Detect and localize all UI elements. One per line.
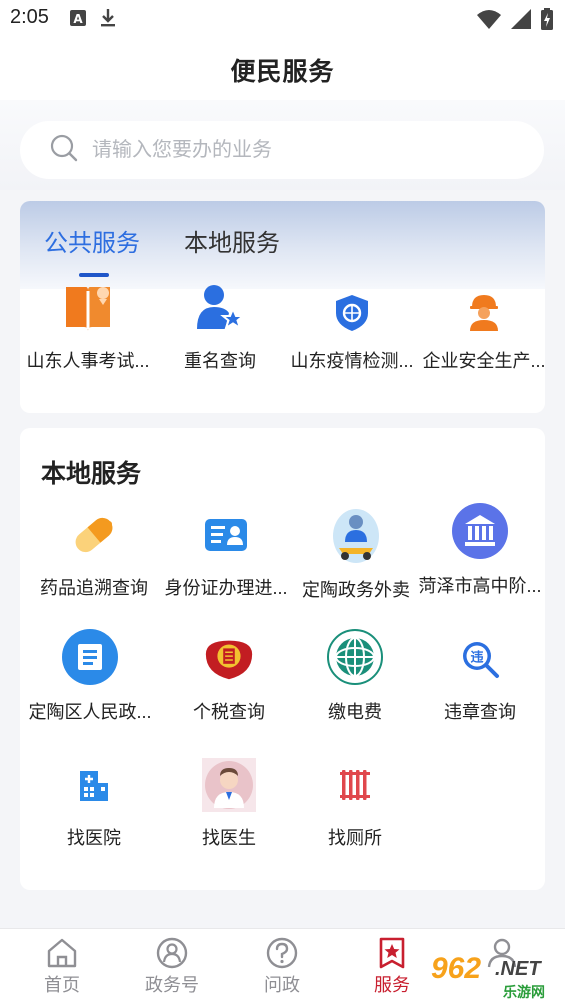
- local-item-heze-high-school[interactable]: 菏泽市高中阶...: [414, 502, 546, 598]
- local-item-id-card[interactable]: 身份证办理进...: [160, 508, 292, 600]
- watermark-suffix: .NET: [495, 958, 541, 980]
- service-label: 山东人事考试...: [26, 351, 150, 371]
- account-circle-icon: [122, 937, 222, 969]
- signal-icon: [511, 9, 531, 34]
- nav-inquiry[interactable]: 问政: [232, 937, 332, 997]
- local-item-tax-query[interactable]: 个税查询: [163, 632, 295, 724]
- service-label: 找医院: [67, 828, 121, 848]
- local-item-find-hospital[interactable]: 找医院: [28, 758, 160, 850]
- service-item-shandong-exam[interactable]: 山东人事考试...: [22, 283, 154, 373]
- service-item-enterprise-safety[interactable]: 企业安全生产...: [418, 283, 545, 373]
- nav-label: 问政: [264, 975, 300, 995]
- nav-gov-accounts[interactable]: 政务号: [122, 937, 222, 997]
- local-item-electricity-bill[interactable]: 缴电费: [289, 628, 421, 724]
- home-icon: [12, 937, 112, 969]
- watermark-brand: 962: [431, 952, 482, 985]
- wifi-icon: [477, 9, 501, 34]
- services-card: 公共服务 本地服务 山东人事考试... 重名查询 山东疫情检测... 企业安全生…: [20, 201, 545, 413]
- service-label: 重名查询: [184, 351, 256, 371]
- search-input[interactable]: [92, 138, 492, 162]
- status-bar: 2:05 A: [0, 0, 565, 40]
- service-label: 药品追溯查询: [40, 578, 148, 598]
- status-time: 2:05: [10, 6, 49, 28]
- local-item-violation-query[interactable]: 违 违章查询: [414, 632, 546, 724]
- app-header: 便民服务: [0, 40, 565, 100]
- service-label: 违章查询: [444, 702, 516, 722]
- tax-emblem-icon: [202, 632, 256, 686]
- service-item-epidemic-test[interactable]: 山东疫情检测...: [286, 283, 418, 373]
- local-item-find-doctor[interactable]: 找医生: [163, 758, 295, 850]
- state-grid-logo-icon: [326, 628, 384, 686]
- tab-active-indicator: [79, 273, 109, 277]
- tab-local-services[interactable]: 本地服务: [184, 223, 280, 258]
- page-title: 便民服务: [230, 58, 335, 86]
- nav-home[interactable]: 首页: [12, 937, 112, 997]
- toilet-icon: [328, 758, 382, 812]
- section-title: 本地服务: [41, 460, 142, 488]
- service-label: 找医生: [202, 828, 256, 848]
- service-label: 企业安全生产...: [422, 351, 545, 371]
- tab-public-services[interactable]: 公共服务: [44, 223, 140, 258]
- question-icon: [232, 937, 332, 969]
- local-item-drug-trace[interactable]: 药品追溯查询: [28, 508, 160, 600]
- delivery-scooter-icon: [331, 508, 381, 564]
- document-circle-icon: [61, 628, 119, 686]
- watermark-cn: 乐游网: [503, 984, 545, 1000]
- worker-helmet-icon: [457, 283, 511, 333]
- search-box[interactable]: [20, 121, 544, 179]
- tabs-bar: 公共服务 本地服务: [20, 201, 545, 289]
- watermark-logo: 962 .NET 乐游网: [425, 952, 565, 1004]
- doctor-avatar-icon: [202, 758, 256, 812]
- local-item-dingtao-gov[interactable]: 定陶区人民政...: [24, 628, 156, 724]
- service-item-name-query[interactable]: 重名查询: [154, 283, 286, 373]
- pill-icon: [67, 508, 121, 562]
- violation-search-icon: 违: [453, 632, 507, 686]
- nav-label: 首页: [44, 975, 80, 995]
- id-card-icon: [199, 508, 253, 562]
- service-label: 菏泽市高中阶...: [418, 576, 542, 596]
- service-label: 身份证办理进...: [164, 578, 288, 598]
- service-label: 缴电费: [328, 702, 382, 722]
- local-item-gov-delivery[interactable]: 定陶政务外卖: [290, 508, 422, 602]
- hospital-icon: [67, 758, 121, 812]
- search-area: [0, 100, 565, 190]
- local-services-card: 本地服务 药品追溯查询 身份证办理进... 定陶政务外卖 菏泽市高中阶... 定…: [20, 428, 545, 890]
- shield-badge-icon: [325, 283, 379, 333]
- nav-label: 政务号: [145, 975, 199, 995]
- service-label: 定陶政务外卖: [302, 580, 410, 600]
- service-label: 个税查询: [193, 702, 265, 722]
- exam-book-icon: [61, 283, 115, 333]
- svg-text:A: A: [73, 12, 83, 26]
- service-label: 山东疫情检测...: [290, 351, 414, 371]
- institution-building-icon: [451, 502, 509, 560]
- battery-charging-icon: [541, 8, 553, 35]
- keyboard-a-icon: A: [70, 10, 86, 31]
- svg-text:违: 违: [470, 650, 483, 666]
- service-label: 找厕所: [328, 828, 382, 848]
- search-icon: [50, 134, 78, 167]
- service-label: 定陶区人民政...: [28, 702, 152, 722]
- download-icon: [100, 8, 116, 33]
- user-star-icon: [193, 283, 247, 333]
- local-item-find-toilet[interactable]: 找厕所: [289, 758, 421, 850]
